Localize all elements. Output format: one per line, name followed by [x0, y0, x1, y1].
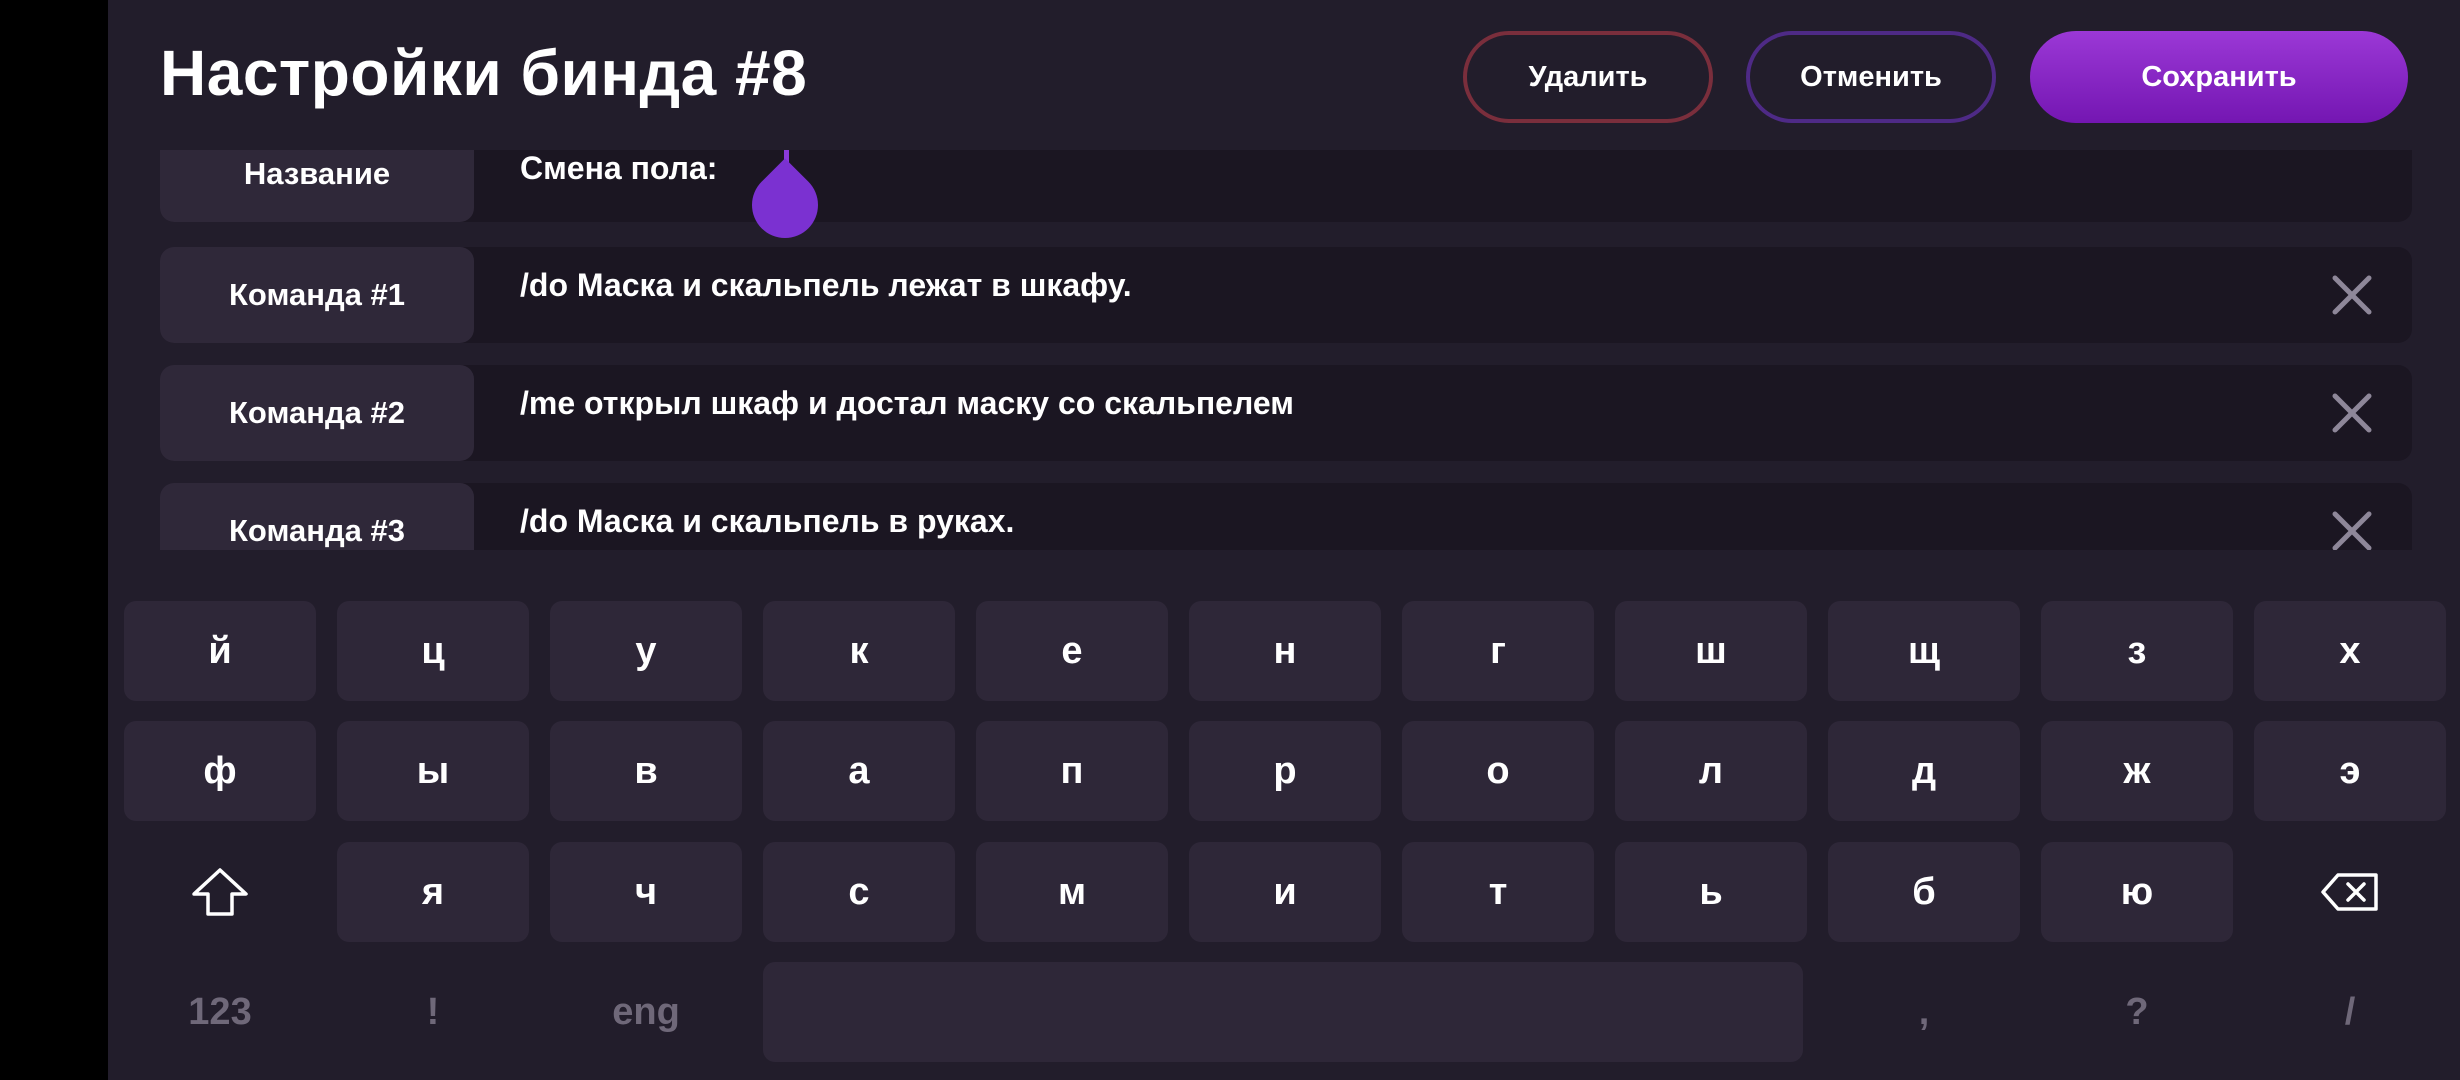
cancel-button[interactable]: Отменить [1746, 31, 1996, 123]
numbers-key[interactable]: 123 [124, 962, 316, 1062]
key-ф[interactable]: ф [124, 721, 316, 821]
page-title: Настройки бинда #8 [160, 37, 808, 109]
key-я[interactable]: я [337, 842, 529, 942]
backspace-key[interactable] [2254, 842, 2446, 942]
key-х[interactable]: х [2254, 601, 2446, 701]
comma-key[interactable]: , [1828, 962, 2020, 1062]
field-label-name: Название [160, 150, 474, 222]
exclamation-key[interactable]: ! [337, 962, 529, 1062]
question-key[interactable]: ? [2041, 962, 2233, 1062]
key-ч[interactable]: ч [550, 842, 742, 942]
key-п[interactable]: п [976, 721, 1168, 821]
key-н[interactable]: н [1189, 601, 1381, 701]
command-2-input[interactable]: /me открыл шкаф и достал маску со скальп… [520, 385, 1294, 422]
key-е[interactable]: е [976, 601, 1168, 701]
language-key[interactable]: eng [550, 962, 742, 1062]
on-screen-keyboard: й ц у к е н г ш щ з х ф ы в а п р о л д … [108, 550, 2460, 1080]
name-input[interactable]: Смена пола: [520, 150, 717, 187]
key-ы[interactable]: ы [337, 721, 529, 821]
delete-button[interactable]: Удалить [1463, 31, 1713, 123]
key-з[interactable]: з [2041, 601, 2233, 701]
key-о[interactable]: о [1402, 721, 1594, 821]
close-icon[interactable] [2332, 275, 2372, 315]
key-ж[interactable]: ж [2041, 721, 2233, 821]
key-р[interactable]: р [1189, 721, 1381, 821]
key-щ[interactable]: щ [1828, 601, 2020, 701]
key-ь[interactable]: ь [1615, 842, 1807, 942]
key-а[interactable]: а [763, 721, 955, 821]
field-label-command-2: Команда #2 [160, 365, 474, 461]
close-icon[interactable] [2332, 393, 2372, 433]
key-й[interactable]: й [124, 601, 316, 701]
slash-key[interactable]: / [2254, 962, 2446, 1062]
backspace-icon [2321, 873, 2378, 911]
key-у[interactable]: у [550, 601, 742, 701]
key-д[interactable]: д [1828, 721, 2020, 821]
key-г[interactable]: г [1402, 601, 1594, 701]
space-key[interactable] [763, 962, 1803, 1062]
form-fields: Название Смена пола: Команда #1 /do Маск… [108, 150, 2460, 550]
shift-icon [192, 868, 248, 916]
field-row-command-1: Команда #1 /do Маска и скальпель лежат в… [160, 247, 2412, 343]
command-3-input[interactable]: /do Маска и скальпель в руках. [520, 503, 1014, 540]
bind-settings-screen: Настройки бинда #8 Удалить Отменить Сохр… [108, 0, 2460, 1080]
key-б[interactable]: б [1828, 842, 2020, 942]
cursor-handle[interactable] [738, 158, 832, 252]
key-и[interactable]: и [1189, 842, 1381, 942]
command-1-input[interactable]: /do Маска и скальпель лежат в шкафу. [520, 267, 1132, 304]
field-row-command-3: Команда #3 /do Маска и скальпель в руках… [160, 483, 2412, 550]
field-row-name: Название Смена пола: [160, 150, 2412, 252]
field-row-command-2: Команда #2 /me открыл шкаф и достал маск… [160, 365, 2412, 461]
key-ш[interactable]: ш [1615, 601, 1807, 701]
save-button[interactable]: Сохранить [2030, 31, 2408, 123]
key-в[interactable]: в [550, 721, 742, 821]
key-м[interactable]: м [976, 842, 1168, 942]
key-к[interactable]: к [763, 601, 955, 701]
key-с[interactable]: с [763, 842, 955, 942]
key-ю[interactable]: ю [2041, 842, 2233, 942]
key-э[interactable]: э [2254, 721, 2446, 821]
key-ц[interactable]: ц [337, 601, 529, 701]
field-label-command-3: Команда #3 [160, 483, 474, 550]
key-т[interactable]: т [1402, 842, 1594, 942]
key-л[interactable]: л [1615, 721, 1807, 821]
field-label-command-1: Команда #1 [160, 247, 474, 343]
shift-key[interactable] [124, 842, 316, 942]
close-icon[interactable] [2332, 511, 2372, 550]
